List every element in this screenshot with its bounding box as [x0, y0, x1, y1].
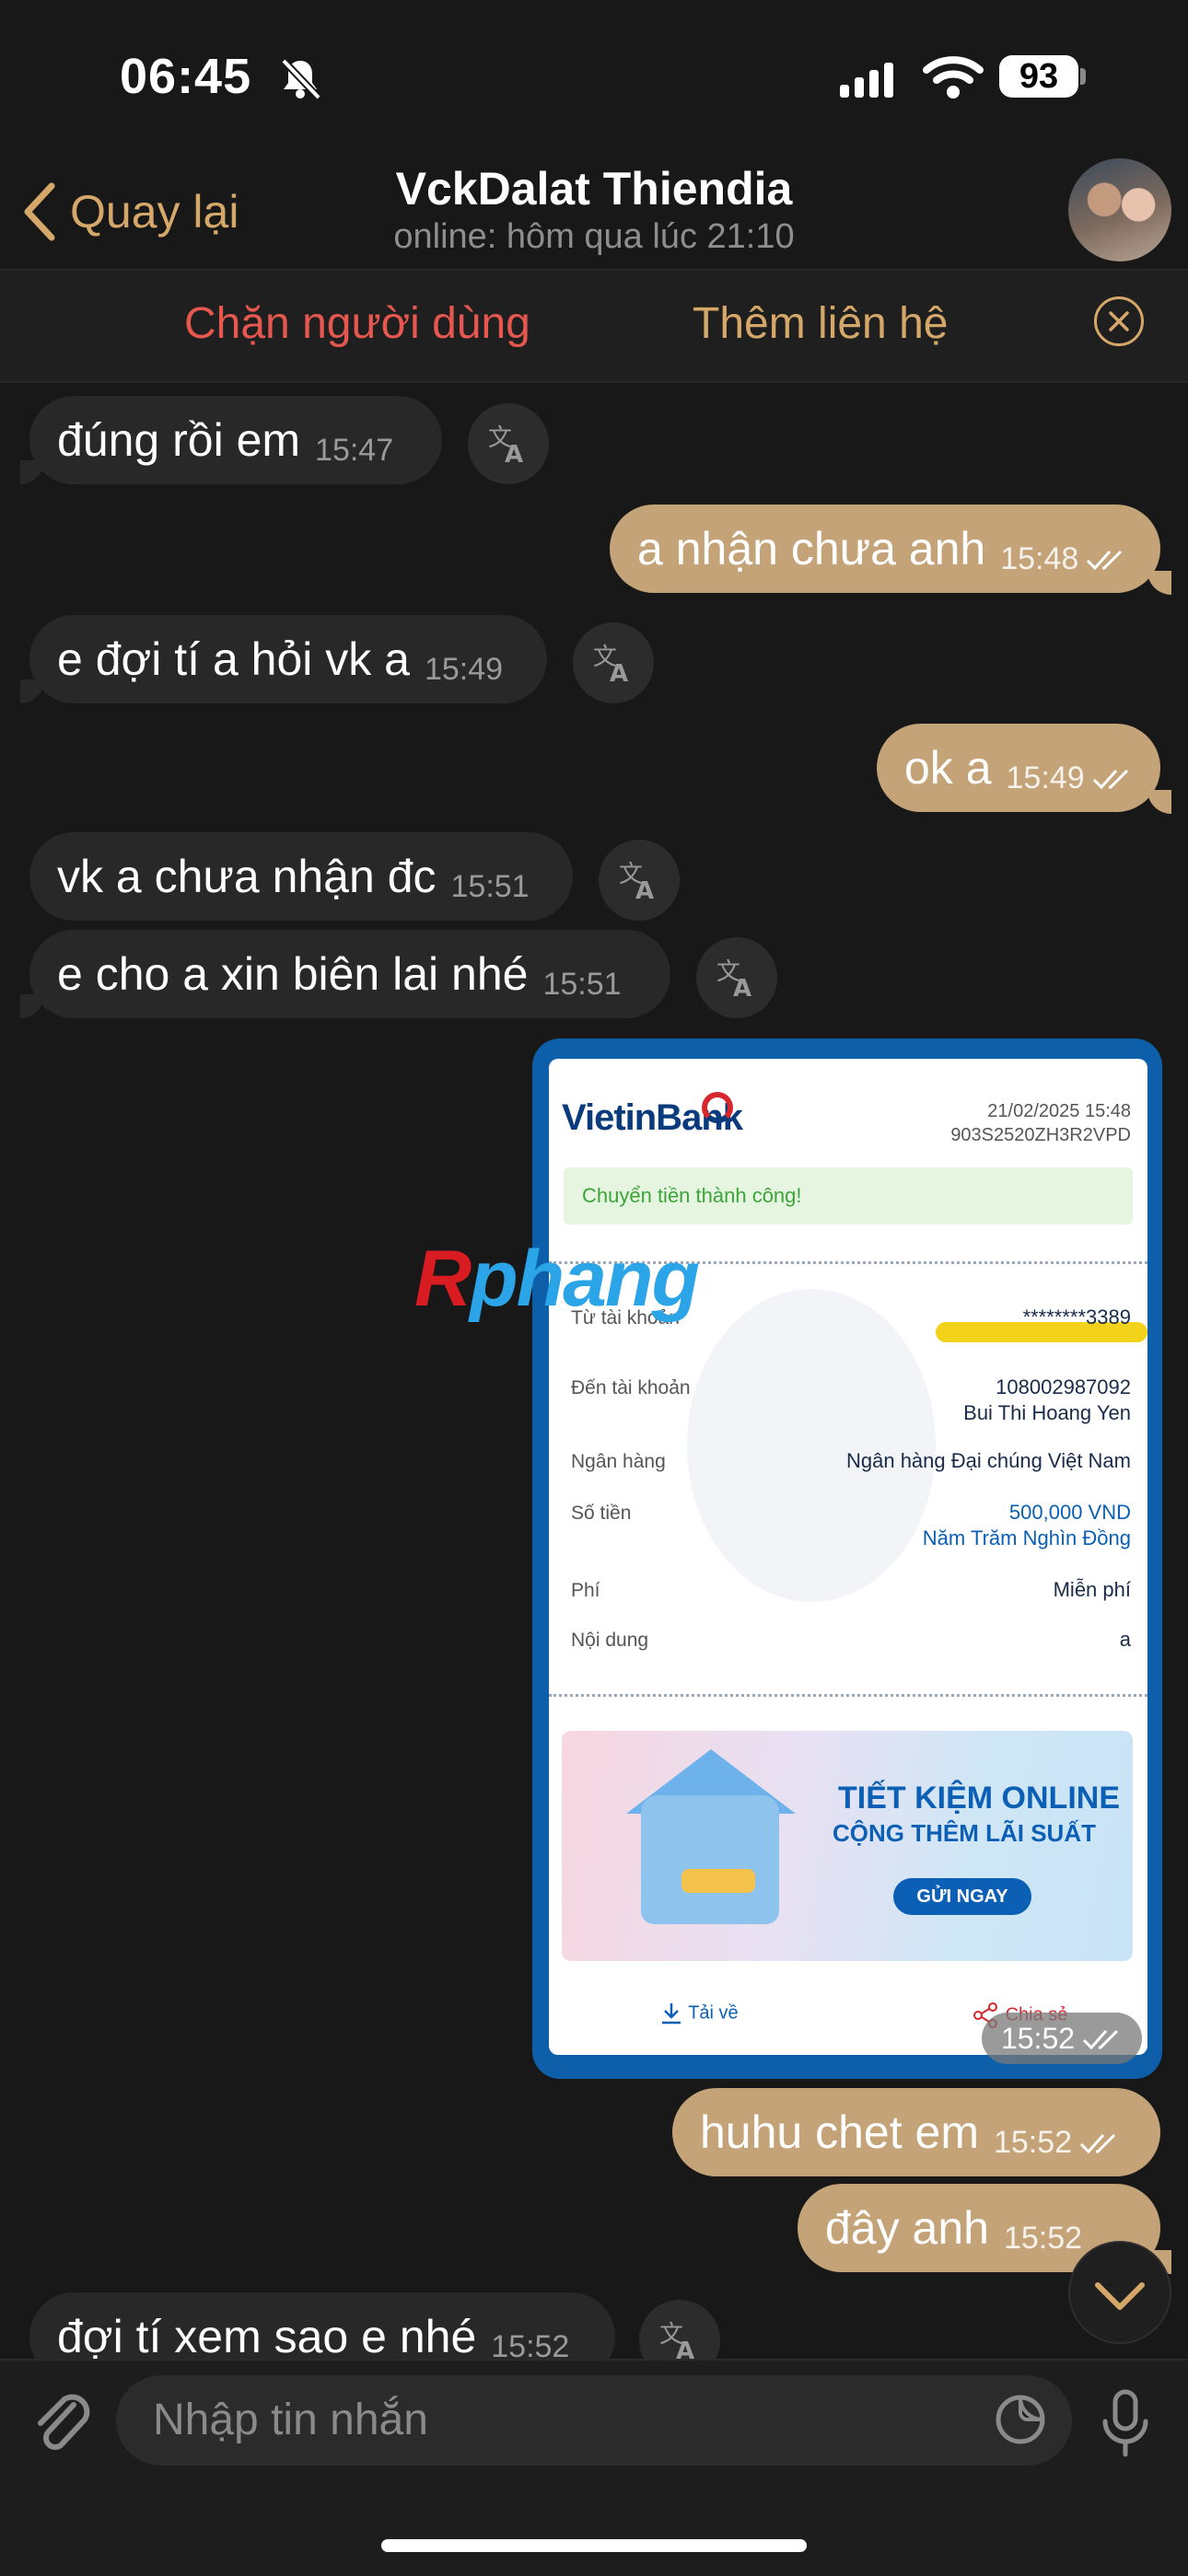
download-label: Tải về [688, 2002, 739, 2024]
chat-subtitle: online: hôm qua lúc 21:10 [393, 217, 795, 256]
translate-button[interactable]: 文A [696, 937, 777, 1018]
message-time: 15:52 [1000, 2021, 1076, 2055]
message-time: 15:47 [315, 432, 394, 468]
message-bubble-incoming[interactable]: e đợi tí a hỏi vk a 15:49 [29, 615, 547, 703]
translate-button[interactable]: 文A [468, 403, 549, 484]
message-text: a nhận chưa anh [637, 523, 986, 574]
image-time-badge: 15:52 [982, 2013, 1142, 2064]
scroll-to-bottom-button[interactable] [1068, 2241, 1171, 2344]
message-text: huhu chet em [700, 2106, 979, 2158]
message-bubble-outgoing[interactable]: ok a 15:49 [877, 724, 1160, 812]
svg-text:A: A [505, 441, 523, 466]
promo-banner: TIẾT KIỆM ONLINE CỘNG THÊM LÃI SUẤT GỬI … [562, 1731, 1133, 1961]
receipt-card: VietinBank 21/02/2025 15:48 903S2520ZH3R… [549, 1059, 1147, 2055]
message-text: đúng rồi em [57, 414, 301, 466]
wifi-icon [923, 56, 984, 99]
message-time: 15:51 [542, 966, 622, 1002]
double-check-icon [1092, 769, 1128, 789]
message-time: 15:52 [1003, 2220, 1083, 2256]
receipt-value: a [1119, 1628, 1131, 1651]
receipt-label: Ngân hàng [571, 1451, 666, 1472]
promo-title: TIẾT KIỆM ONLINE [838, 1781, 1120, 1816]
receipt-value: Miễn phí [1053, 1578, 1131, 1601]
message-time: 15:51 [450, 868, 530, 904]
receipt-value-secondary: Bui Thi Hoang Yen [963, 1401, 1131, 1424]
message-text: vk a chưa nhận đc [57, 851, 437, 902]
cellular-signal-icon [840, 61, 899, 98]
message-text: e đợi tí a hỏi vk a [57, 633, 410, 685]
action-bar-divider [0, 381, 1188, 383]
message-bubble-incoming[interactable]: vk a chưa nhận đc 15:51 [29, 832, 573, 921]
close-action-bar-button[interactable] [1094, 296, 1144, 346]
battery-tip [1080, 68, 1086, 85]
translate-icon: 文A [659, 2321, 694, 2362]
close-icon [1109, 311, 1129, 331]
home-indicator [381, 2539, 807, 2552]
message-time: 15:49 [1006, 760, 1085, 795]
transfer-success-banner: Chuyển tiền thành công! [564, 1167, 1133, 1224]
message-time: 15:49 [424, 651, 504, 687]
message-text: đây anh [825, 2202, 989, 2254]
promo-subtitle: CỘNG THÊM LÃI SUẤT [833, 1819, 1096, 1847]
svg-text:A: A [610, 660, 628, 685]
svg-text:A: A [635, 877, 654, 902]
rphang-watermark-logo: Rphang [414, 1235, 700, 1323]
block-user-button[interactable]: Chặn người dùng [184, 298, 530, 349]
chat-title[interactable]: VckDalat Thiendia [0, 162, 1188, 215]
svg-text:A: A [733, 975, 751, 1000]
translate-icon: 文A [619, 861, 654, 902]
translate-icon: 文A [593, 644, 628, 685]
translate-button[interactable]: 文A [599, 840, 680, 921]
message-bubble-incoming[interactable]: e cho a xin biên lai nhé 15:51 [29, 930, 670, 1018]
receipt-amount: 500,000 VND [1008, 1501, 1131, 1524]
promo-button: GỬI NGAY [893, 1878, 1031, 1915]
vietinbank-logo-mark [702, 1092, 733, 1123]
receipt-datetime: 21/02/2025 15:48 [987, 1101, 1131, 1121]
message-text: ok a [904, 742, 992, 794]
coins-illustration [681, 1869, 755, 1893]
attachment-icon[interactable] [28, 2386, 94, 2460]
receipt-label: Nội dung [571, 1630, 649, 1651]
avatar[interactable] [1068, 158, 1171, 261]
receipt-label: Số tiền [571, 1503, 632, 1524]
receipt-label: Đến tài khoản [571, 1377, 691, 1398]
receipt-label: Phí [571, 1580, 600, 1601]
battery-indicator: 93 [999, 55, 1078, 98]
microphone-icon[interactable] [1098, 2386, 1153, 2460]
message-bubble-outgoing[interactable]: a nhận chưa anh 15:48 [610, 505, 1160, 593]
message-text: đợi tí xem sao e nhé [57, 2311, 477, 2362]
message-time: 15:52 [993, 2124, 1073, 2160]
message-input[interactable]: Nhập tin nhắn [116, 2375, 1072, 2466]
receipt-value: ********3389 [1022, 1305, 1131, 1329]
receipt-code: 903S2520ZH3R2VPD [950, 1125, 1131, 1145]
chevron-down-icon [1095, 2282, 1145, 2310]
receipt-amount-words: Năm Trăm Nghìn Đồng [922, 1526, 1131, 1549]
message-time: 15:48 [1000, 540, 1079, 576]
download-link: Tải về [659, 2002, 739, 2025]
add-contact-button[interactable]: Thêm liên hệ [693, 298, 948, 349]
message-text: e cho a xin biên lai nhé [57, 948, 529, 1000]
sticker-icon[interactable] [995, 2394, 1046, 2445]
receipt-value: 108002987092 [996, 1375, 1131, 1398]
status-time: 06:45 [120, 49, 252, 104]
silent-bell-icon [281, 58, 321, 100]
dotted-divider [549, 1694, 1147, 1697]
receipt-value: Ngân hàng Đại chúng Việt Nam [845, 1449, 1131, 1472]
translate-icon: 文A [488, 424, 523, 466]
receipt-watermark [687, 1289, 936, 1602]
contact-action-bar [0, 271, 1188, 381]
double-check-icon [1080, 2133, 1116, 2153]
house-illustration [641, 1795, 779, 1924]
message-bubble-incoming[interactable]: đúng rồi em 15:47 [29, 396, 442, 484]
double-check-icon [1082, 2029, 1119, 2049]
double-check-icon [1087, 550, 1123, 570]
translate-icon: 文A [716, 958, 751, 1000]
message-bubble-outgoing[interactable]: huhu chet em 15:52 [672, 2088, 1160, 2176]
translate-button[interactable]: 文A [573, 622, 654, 703]
download-icon [662, 2003, 681, 2025]
